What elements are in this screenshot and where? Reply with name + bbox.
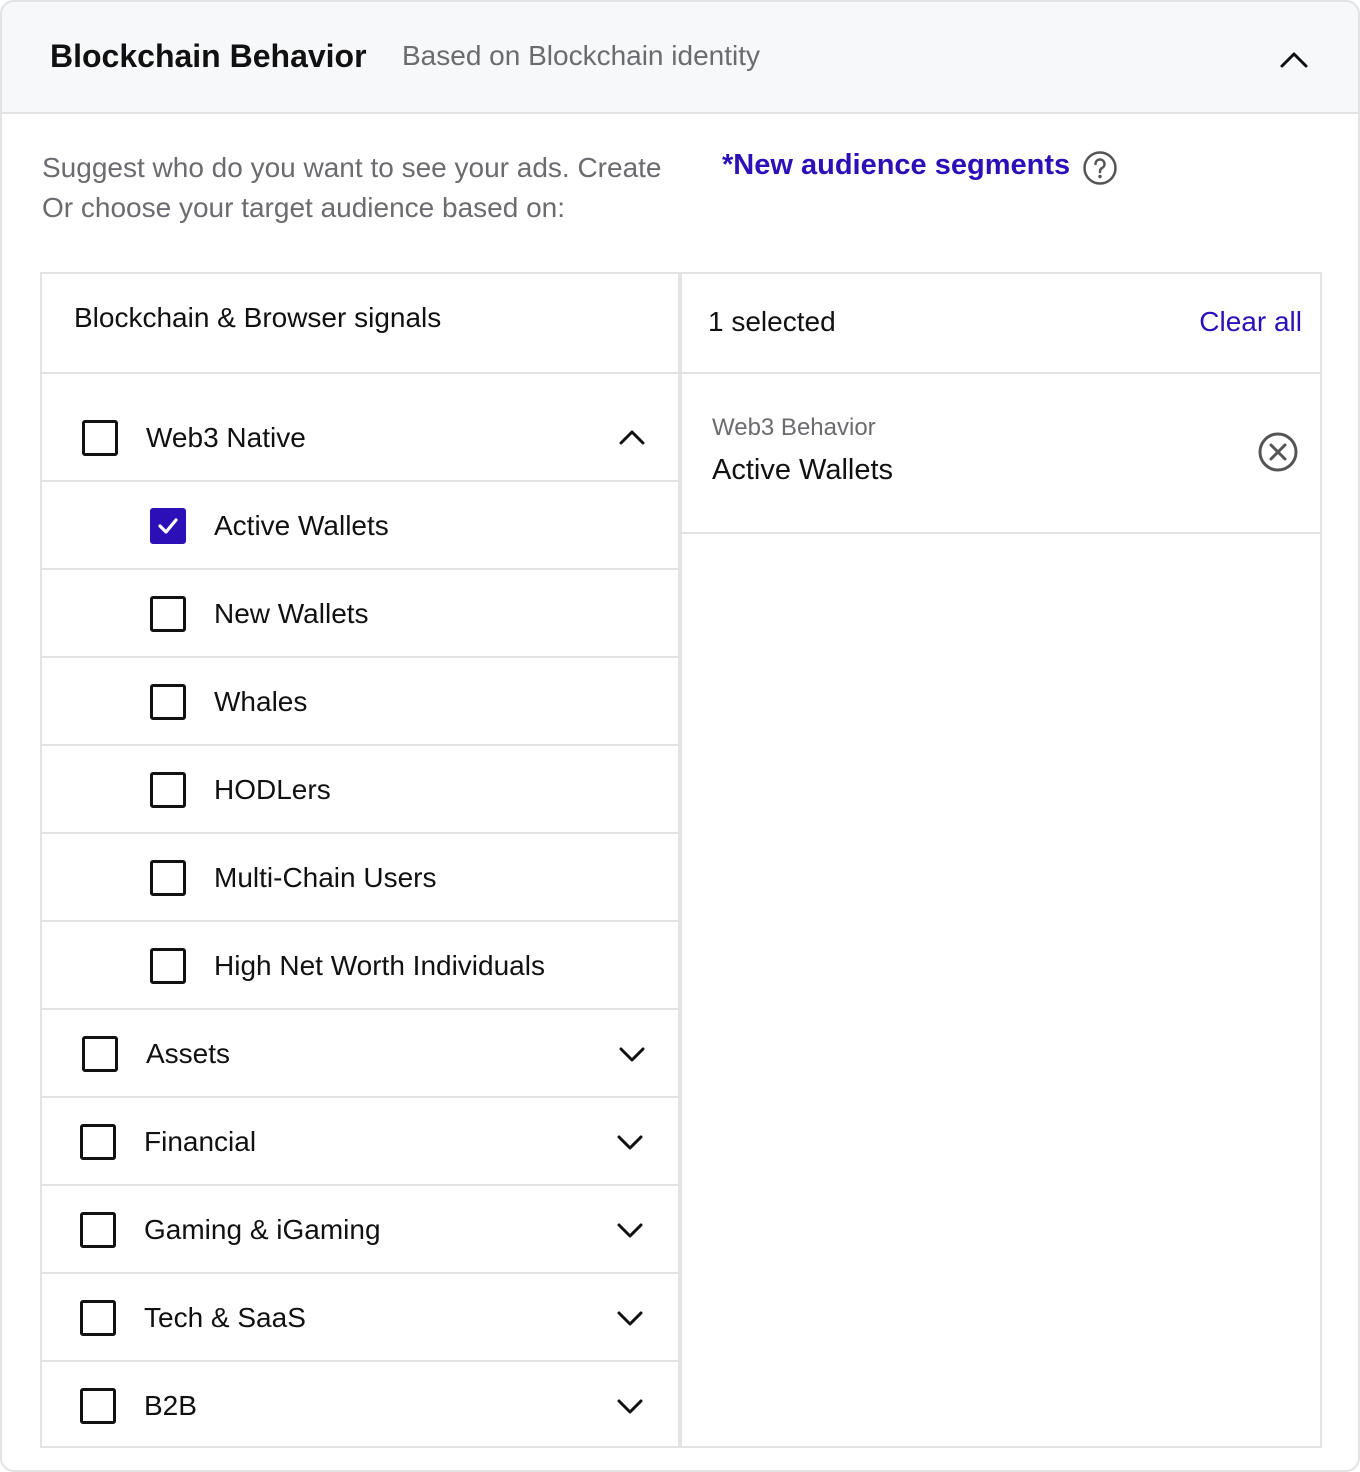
question-circle-icon[interactable]: [1082, 150, 1118, 186]
selected-item: Web3 Behavior Active Wallets: [682, 376, 1320, 534]
chevron-down-icon[interactable]: [614, 1214, 646, 1246]
checkbox-new-wallets[interactable]: [150, 596, 186, 632]
card-header[interactable]: Blockchain Behavior Based on Blockchain …: [2, 2, 1358, 114]
intro-text: Suggest who do you want to see your ads.…: [42, 152, 662, 183]
card-title: Blockchain Behavior: [50, 38, 367, 74]
chevron-down-icon[interactable]: [614, 1302, 646, 1334]
clear-all-button[interactable]: Clear all: [1199, 306, 1302, 338]
card-subtitle: Based on Blockchain identity: [402, 40, 760, 71]
subcategory-label: New Wallets: [214, 598, 369, 629]
category-row-web3-native[interactable]: Web3 Native: [42, 376, 678, 482]
checkbox-active-wallets[interactable]: [150, 508, 186, 544]
subcategory-row-hodlers[interactable]: HODLers: [42, 746, 678, 834]
checkbox-tech-saas[interactable]: [80, 1300, 116, 1336]
checkbox-whales[interactable]: [150, 684, 186, 720]
selected-count: 1 selected: [708, 306, 836, 337]
category-label: Tech & SaaS: [144, 1302, 306, 1333]
chevron-up-icon[interactable]: [616, 422, 648, 454]
signals-panel: Blockchain & Browser signals Web3 Native…: [40, 272, 680, 1448]
subcategory-label: Whales: [214, 686, 308, 717]
subcategory-label: Active Wallets: [214, 510, 389, 541]
subcategory-row-active-wallets[interactable]: Active Wallets: [42, 482, 678, 570]
selection-panel: 1 selected Clear all Web3 Behavior Activ…: [680, 272, 1322, 1448]
checkbox-high-net-worth[interactable]: [150, 948, 186, 984]
category-label: Web3 Native: [146, 422, 306, 453]
signals-panel-header: Blockchain & Browser signals: [42, 274, 678, 374]
chevron-up-icon[interactable]: [1274, 40, 1314, 80]
selected-item-category: Web3 Behavior: [712, 414, 876, 441]
subcategory-row-multi-chain-users[interactable]: Multi-Chain Users: [42, 834, 678, 922]
category-label: B2B: [144, 1390, 197, 1421]
chevron-down-icon[interactable]: [614, 1390, 646, 1422]
signals-panel-title: Blockchain & Browser signals: [74, 302, 442, 333]
checkbox-financial[interactable]: [80, 1124, 116, 1160]
category-label: Gaming & iGaming: [144, 1214, 381, 1245]
subcategory-label: Multi-Chain Users: [214, 862, 437, 893]
category-label: Assets: [146, 1038, 231, 1069]
checkbox-multi-chain-users[interactable]: [150, 860, 186, 896]
subcategory-label: High Net Worth Individuals: [214, 950, 545, 981]
category-row-b2b[interactable]: B2B: [42, 1362, 678, 1450]
close-circle-icon[interactable]: [1256, 430, 1300, 474]
selected-item-name: Active Wallets: [712, 454, 894, 486]
category-row-tech-saas[interactable]: Tech & SaaS: [42, 1274, 678, 1362]
checkbox-assets[interactable]: [82, 1036, 118, 1072]
subcategory-label: HODLers: [214, 774, 331, 805]
category-row-financial[interactable]: Financial: [42, 1098, 678, 1186]
chevron-down-icon[interactable]: [616, 1038, 648, 1070]
checkbox-gaming[interactable]: [80, 1212, 116, 1248]
subcategory-row-high-net-worth[interactable]: High Net Worth Individuals: [42, 922, 678, 1010]
checkbox-web3-native[interactable]: [82, 420, 118, 456]
intro-subtext: Or choose your target audience based on:: [42, 192, 566, 223]
new-audience-segments-link[interactable]: *New audience segments: [722, 149, 1070, 182]
chevron-down-icon[interactable]: [614, 1126, 646, 1158]
category-label: Financial: [144, 1126, 257, 1157]
subcategory-row-new-wallets[interactable]: New Wallets: [42, 570, 678, 658]
selection-panel-header: 1 selected Clear all: [682, 274, 1320, 374]
checkbox-hodlers[interactable]: [150, 772, 186, 808]
checkbox-b2b[interactable]: [80, 1388, 116, 1424]
blockchain-behavior-card: Blockchain Behavior Based on Blockchain …: [0, 0, 1360, 1472]
subcategory-row-whales[interactable]: Whales: [42, 658, 678, 746]
category-row-assets[interactable]: Assets: [42, 1010, 678, 1098]
category-row-gaming[interactable]: Gaming & iGaming: [42, 1186, 678, 1274]
